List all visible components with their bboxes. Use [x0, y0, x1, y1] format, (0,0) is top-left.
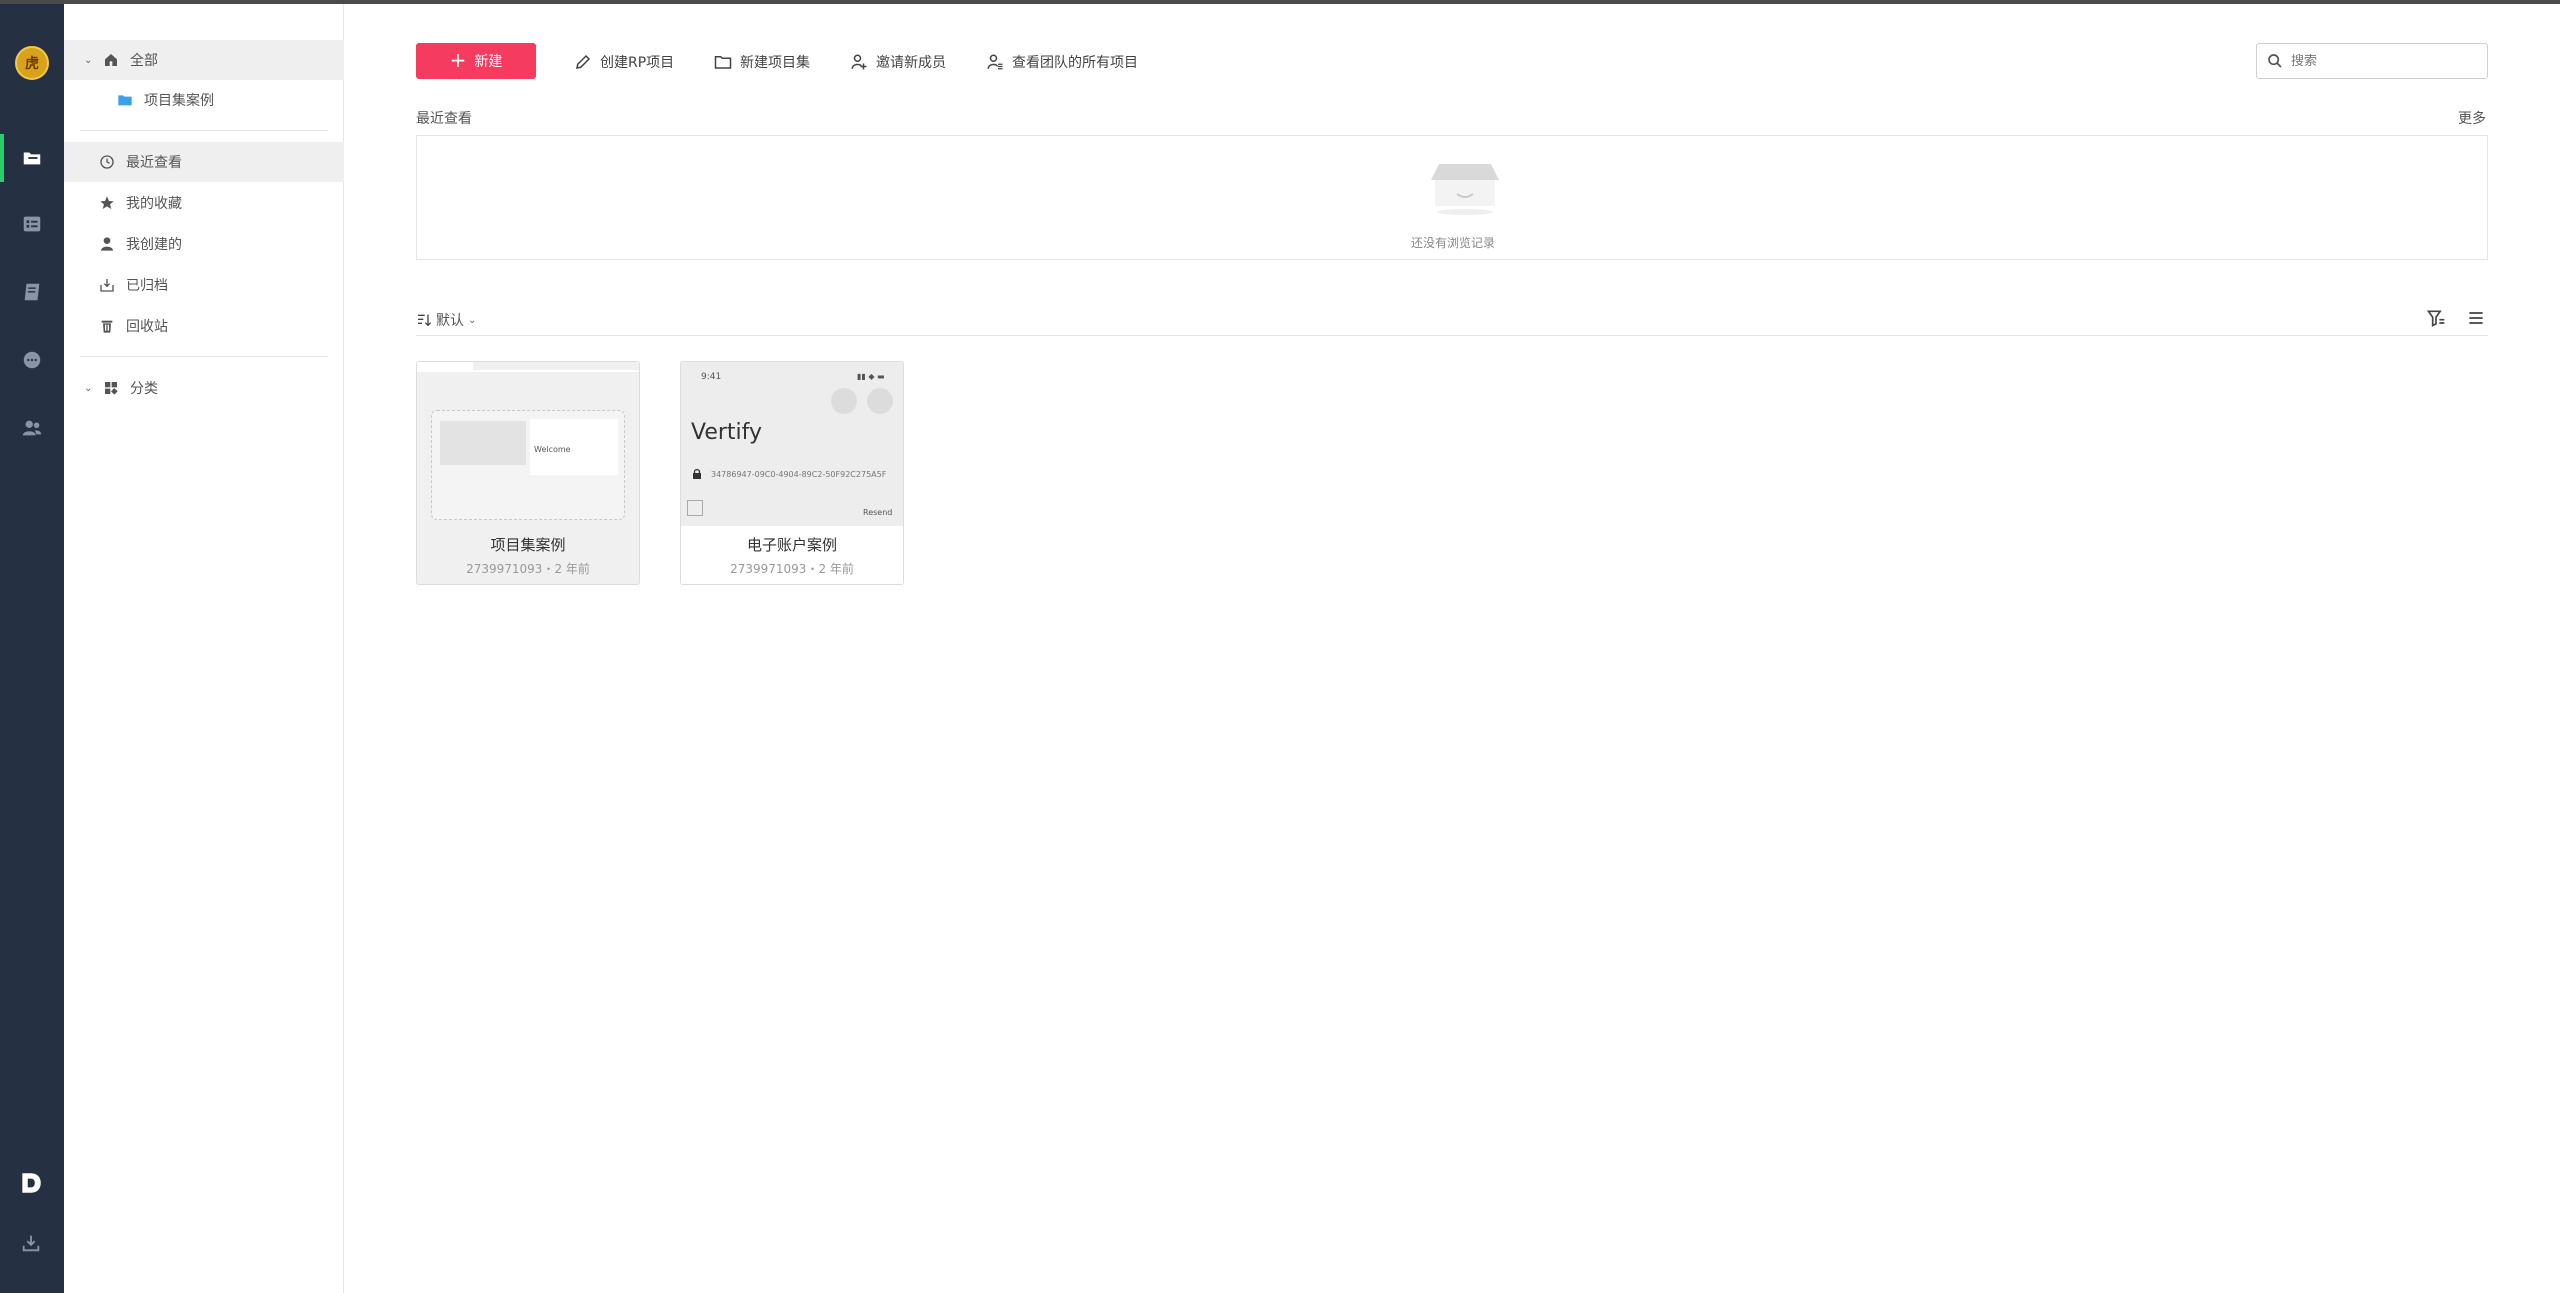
preview-title: Vertify: [691, 420, 763, 445]
empty-box-icon: [1431, 164, 1499, 215]
preview-circle: [867, 388, 893, 414]
filter-icon[interactable]: [2426, 308, 2446, 328]
team-icon: [22, 420, 42, 436]
sidebar: ⌄ 全部 项目集案例 最近查看 我的收藏 我创建的 已归档 回收站 ⌄ 分类: [64, 4, 344, 1293]
checklist-icon: [23, 216, 41, 232]
preview-time: 9:41: [701, 372, 722, 382]
book-icon: [24, 283, 40, 301]
app-rail: 虎: [0, 4, 64, 1293]
sidebar-item-archived[interactable]: 已归档: [64, 265, 344, 305]
new-project-set-label: 新建项目集: [740, 55, 810, 71]
create-rp-button[interactable]: 创建RP项目: [574, 51, 674, 73]
preview-welcome-text: Welcome: [534, 445, 571, 454]
main-content: + 新建 创建RP项目 新建项目集 邀请新成员 查看团队的所有项目 最近查看 更…: [344, 4, 2560, 1293]
preview-screen: Welcome: [530, 419, 618, 475]
search-box[interactable]: [2256, 43, 2488, 79]
star-icon: [98, 194, 116, 212]
sidebar-item-label: 项目集案例: [144, 93, 214, 109]
sidebar-item-label: 已归档: [126, 278, 168, 294]
preview-resend: Resend: [863, 508, 893, 517]
lock-icon: [693, 469, 701, 479]
sidebar-item-label: 回收站: [126, 319, 168, 335]
view-team-projects-button[interactable]: 查看团队的所有项目: [986, 51, 1138, 73]
invite-member-label: 邀请新成员: [876, 55, 946, 71]
new-button[interactable]: + 新建: [416, 43, 536, 79]
clock-icon: [98, 153, 116, 171]
sidebar-item-label: 我的收藏: [126, 196, 182, 212]
sort-dropdown[interactable]: 默认 ⌄: [416, 310, 476, 330]
card-meta: 2739971093・2 年前: [730, 562, 854, 576]
sort-label: 默认: [436, 313, 464, 329]
list-view-icon[interactable]: [2466, 308, 2486, 328]
avatar[interactable]: 虎: [15, 46, 49, 80]
sidebar-item-recent[interactable]: 最近查看: [64, 142, 344, 182]
image-placeholder-icon: [687, 500, 703, 516]
project-card[interactable]: Welcome 项目集案例 2739971093・2 年前: [416, 361, 640, 585]
rail-chat[interactable]: [0, 336, 64, 384]
folder-icon: [116, 91, 134, 109]
add-user-icon: [851, 54, 867, 70]
preview-code: 34786947-09C0-4904-89C2-50F92C275A5F: [711, 470, 887, 479]
create-rp-label: 创建RP项目: [600, 55, 675, 71]
sidebar-item-project-set[interactable]: 项目集案例: [64, 80, 344, 120]
sidebar-item-favorites[interactable]: 我的收藏: [64, 183, 344, 223]
signal-battery-icon: ▮▮ ◆ ▬: [857, 372, 885, 381]
rail-files[interactable]: [0, 134, 64, 182]
grid-icon: [102, 379, 120, 397]
rail-tasks[interactable]: [0, 200, 64, 248]
card-title: 电子账户案例: [746, 536, 837, 554]
sidebar-item-category[interactable]: ⌄ 分类: [64, 368, 344, 408]
sidebar-divider: [80, 130, 328, 131]
plus-icon: +: [449, 48, 467, 72]
files-icon: [23, 152, 41, 165]
view-team-projects-label: 查看团队的所有项目: [1012, 55, 1138, 71]
new-button-label: 新建: [474, 54, 503, 70]
rail-docs[interactable]: [0, 268, 64, 316]
list-divider: [416, 335, 2488, 336]
user-icon: [98, 235, 116, 253]
recent-section-title: 最近查看: [416, 111, 472, 127]
pencil-icon: [576, 54, 591, 69]
preview-wireframe: [440, 421, 526, 465]
card-meta: 2739971093・2 年前: [466, 562, 590, 576]
chevron-down-icon[interactable]: ⌄: [84, 55, 96, 66]
recent-list: 还没有浏览记录: [416, 135, 2488, 260]
sidebar-divider: [80, 356, 328, 357]
sidebar-item-label: 我创建的: [126, 237, 182, 253]
team-list-icon: [987, 54, 1003, 70]
project-card[interactable]: 9:41 ▮▮ ◆ ▬ Vertify 34786947-09C0-4904-8…: [680, 361, 904, 585]
preview-circle: [831, 388, 857, 414]
invite-member-button[interactable]: 邀请新成员: [850, 51, 946, 73]
chevron-down-icon[interactable]: ⌄: [84, 383, 96, 394]
sidebar-item-created[interactable]: 我创建的: [64, 224, 344, 264]
trash-icon: [98, 317, 116, 335]
sidebar-item-all[interactable]: ⌄ 全部: [64, 40, 344, 80]
folder-outline-icon: [714, 56, 732, 69]
sidebar-item-label: 全部: [130, 53, 158, 69]
home-icon: [102, 51, 120, 69]
folder-tab-back: [473, 362, 639, 370]
sidebar-item-label: 最近查看: [126, 155, 182, 171]
search-icon: [2268, 54, 2282, 68]
download-icon[interactable]: [20, 1232, 42, 1254]
rail-team[interactable]: [0, 404, 64, 452]
brand-logo-icon[interactable]: [18, 1170, 44, 1196]
empty-message: 还没有浏览记录: [1410, 236, 1495, 250]
chevron-down-icon: ⌄: [468, 314, 477, 326]
card-thumbnail: 9:41 ▮▮ ◆ ▬ Vertify 34786947-09C0-4904-8…: [681, 362, 903, 526]
sidebar-item-trash[interactable]: 回收站: [64, 306, 344, 346]
card-thumbnail: Welcome: [431, 410, 625, 520]
more-link[interactable]: 更多: [2458, 108, 2486, 128]
archive-icon: [98, 276, 116, 294]
sidebar-item-label: 分类: [130, 381, 158, 397]
search-input[interactable]: [2291, 53, 2471, 69]
sort-icon: [418, 314, 432, 327]
new-project-set-button[interactable]: 新建项目集: [714, 51, 810, 73]
card-title: 项目集案例: [490, 536, 566, 554]
chat-icon: [23, 351, 41, 369]
